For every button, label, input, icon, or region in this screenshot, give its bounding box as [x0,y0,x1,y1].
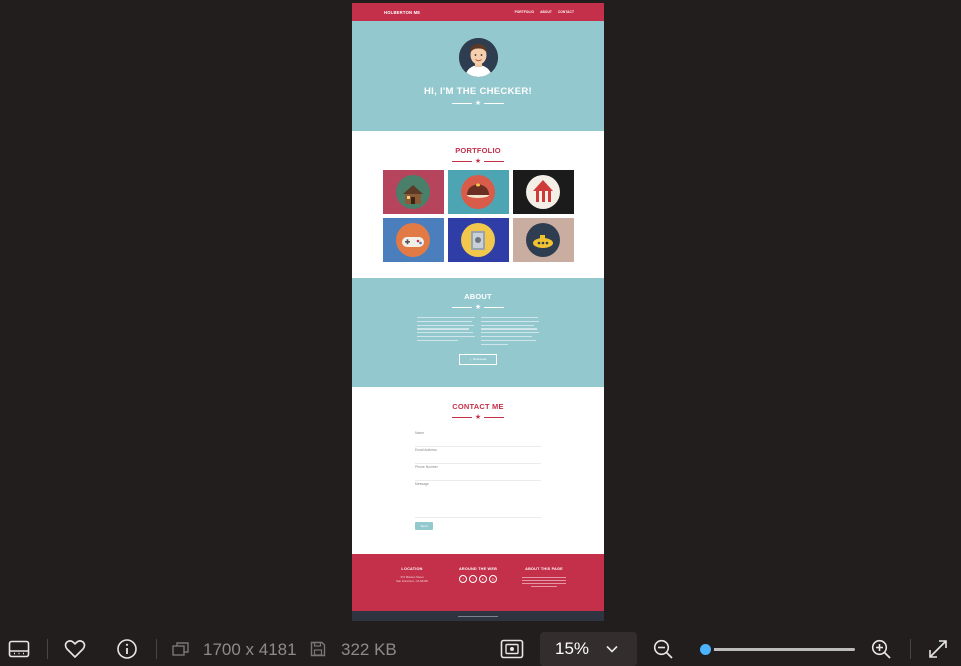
image-dimensions: 1700 x 4181 [203,640,297,659]
safe-icon [461,223,495,257]
avatar [458,38,498,77]
facebook-icon[interactable]: f [459,575,467,583]
hero-section: HI, I'M THE CHECKER! ★ [352,21,604,131]
toolbar-separator [47,639,48,659]
actual-size-button[interactable] [500,639,524,659]
footer-web: AROUND THE WEB f t in ◎ [452,567,504,611]
contact-form: Name Email Address Phone Number Message … [415,430,541,530]
expand-icon [929,640,947,658]
zoom-out-icon [653,639,673,659]
portfolio-item-cabin[interactable] [382,170,444,214]
about-text-columns [417,317,539,345]
about-divider: ★ [451,304,505,311]
fit-to-window-icon [500,639,524,659]
portfolio-section: PORTFOLIO ★ [352,131,604,278]
nav-link-about[interactable]: ABOUT [540,10,552,14]
file-info-button[interactable] [116,638,138,660]
toolbar-separator [156,639,157,659]
portfolio-item-circus[interactable] [512,170,574,214]
zoom-in-button[interactable] [871,639,892,660]
contact-section: CONTACT ME ★ Name Email Address Phone Nu… [352,387,604,554]
nav-link-portfolio[interactable]: PORTFOLIO [515,10,535,14]
message-field[interactable]: Message [415,481,541,518]
dimensions-icon [172,641,190,657]
email-field[interactable]: Email Address [415,447,541,464]
cake-icon [461,175,495,209]
circus-tent-icon [526,175,560,209]
portfolio-grid [382,170,574,262]
footer-web-heading: AROUND THE WEB [458,567,498,571]
contact-title: CONTACT ME [452,402,504,411]
send-button[interactable]: Send [415,522,433,530]
nav-link-contact[interactable]: CONTACT [558,10,574,14]
copyright-bar [352,611,604,621]
site-navbar: HOLBERTON ME PORTFOLIO ABOUT CONTACT [352,3,604,21]
copyright-text [458,615,498,617]
zoom-slider-thumb[interactable] [696,641,714,658]
submarine-icon [526,223,560,257]
about-column-right [481,317,539,345]
person-avatar-icon [458,38,498,77]
portfolio-title: PORTFOLIO [455,146,501,155]
phone-field[interactable]: Phone Number [415,464,541,481]
social-links: f t in ◎ [459,575,497,583]
about-title: ABOUT [464,292,492,301]
zoom-in-icon [871,639,891,659]
zoom-level-dropdown[interactable]: 15% [540,632,637,666]
cabin-icon [396,175,430,209]
footer-about-text [522,575,566,589]
footer-about-heading: ABOUT THIS PAGE [525,567,563,571]
favorite-button[interactable] [64,639,86,659]
download-label: Download [472,357,487,362]
star-icon: ★ [474,304,482,311]
portfolio-item-controller[interactable] [382,218,444,262]
image-preview: HOLBERTON ME PORTFOLIO ABOUT CONTACT HI,… [352,3,604,621]
filmstrip-icon [8,640,30,658]
portfolio-item-safe[interactable] [447,218,509,262]
contact-divider: ★ [451,414,505,421]
star-icon: ★ [474,414,482,421]
chevron-down-icon [606,645,618,653]
hero-title: HI, I'M THE CHECKER! [423,86,532,97]
portfolio-item-submarine[interactable] [512,218,574,262]
footer-about: ABOUT THIS PAGE [518,567,570,611]
about-column-left [417,317,475,345]
info-icon [117,639,137,659]
portfolio-divider: ★ [451,158,505,165]
hero-divider: ★ [451,100,505,107]
footer-location: LOCATION 372 Mission Street San Francisc… [386,567,438,611]
zoom-out-button[interactable] [653,639,674,660]
portfolio-item-cake[interactable] [447,170,509,214]
download-icon: ⤓ [469,357,471,362]
twitter-icon[interactable]: t [469,575,477,583]
game-controller-icon [396,223,430,257]
toolbar-separator [910,639,911,659]
zoom-slider[interactable] [696,641,855,658]
footer-location-heading: LOCATION [401,567,423,571]
star-icon: ★ [474,158,482,165]
site-footer: LOCATION 372 Mission Street San Francisc… [352,554,604,611]
star-icon: ★ [474,100,482,107]
footer-address: 372 Mission Street San Francisco, CA 941… [396,575,428,583]
file-size: 322 KB [341,640,397,659]
download-button[interactable]: ⤓ Download [459,353,497,365]
heart-icon [64,640,86,658]
viewer-toolbar: 1700 x 4181 322 KB 15% [0,632,961,666]
save-disk-icon [310,641,326,657]
site-brand[interactable]: HOLBERTON ME [384,10,420,15]
zoom-level-value: 15% [555,639,590,658]
dribbble-icon[interactable]: ◎ [489,575,497,583]
name-field[interactable]: Name [415,430,541,447]
fullscreen-button[interactable] [928,639,948,659]
filmstrip-button[interactable] [8,639,30,659]
nav-links: PORTFOLIO ABOUT CONTACT [515,10,574,14]
about-section: ABOUT ★ ⤓ Download [352,278,604,387]
linkedin-icon[interactable]: in [479,575,487,583]
